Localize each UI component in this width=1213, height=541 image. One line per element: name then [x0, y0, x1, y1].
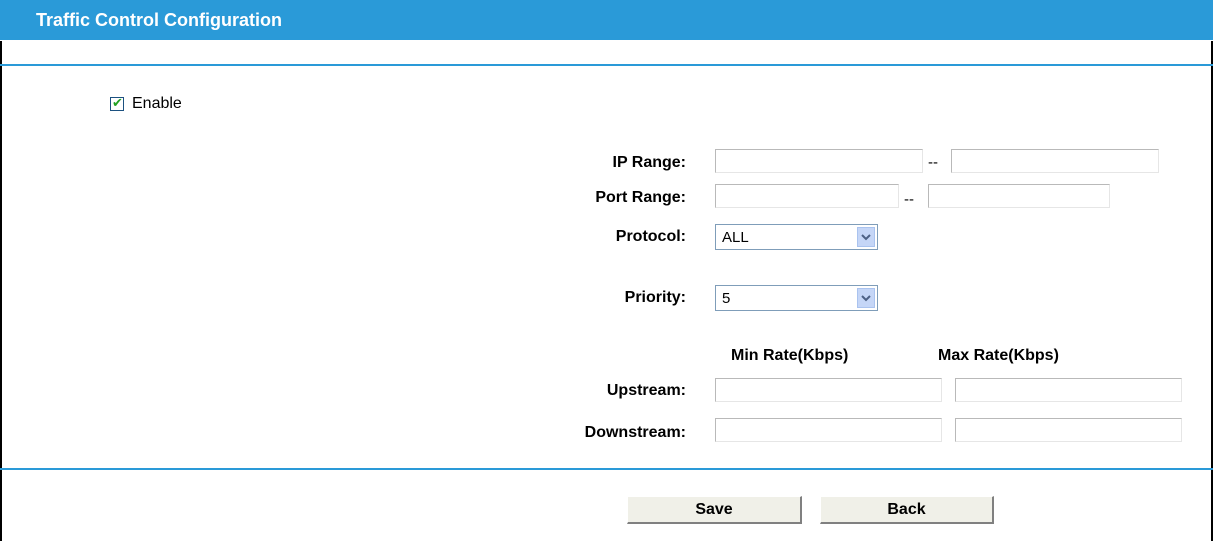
ip-range-end-input[interactable]: [951, 149, 1159, 173]
min-rate-header: Min Rate(Kbps): [731, 347, 849, 364]
protocol-value: ALL: [722, 229, 749, 246]
page-title: Traffic Control Configuration: [36, 10, 282, 30]
max-rate-header: Max Rate(Kbps): [938, 347, 1059, 364]
downstream-label: Downstream:: [584, 424, 686, 441]
ip-range-separator: --: [928, 154, 938, 171]
check-icon: ✔: [112, 95, 123, 110]
port-range-label: Port Range:: [595, 189, 686, 206]
downstream-min-input[interactable]: [715, 418, 942, 442]
port-range-start-input[interactable]: [715, 184, 899, 208]
downstream-max-input[interactable]: [955, 418, 1182, 442]
upstream-label: Upstream:: [606, 382, 686, 399]
enable-label: Enable: [132, 95, 182, 112]
page-frame: [0, 0, 1213, 541]
enable-checkbox[interactable]: ✔: [110, 95, 124, 111]
port-range-end-input[interactable]: [928, 184, 1110, 208]
save-button[interactable]: Save: [627, 496, 802, 524]
protocol-select[interactable]: ALL: [715, 224, 878, 250]
back-button[interactable]: Back: [820, 496, 994, 524]
upstream-max-input[interactable]: [955, 378, 1182, 402]
ip-range-label: IP Range:: [612, 154, 687, 171]
ip-range-start-input[interactable]: [715, 149, 923, 173]
upstream-min-input[interactable]: [715, 378, 942, 402]
title-divider: [0, 40, 1213, 41]
protocol-label: Protocol:: [615, 228, 686, 245]
priority-select[interactable]: 5: [715, 285, 878, 311]
bottom-divider: [0, 468, 1213, 470]
top-divider: [0, 64, 1213, 66]
priority-value: 5: [722, 290, 731, 307]
chevron-down-icon[interactable]: [857, 227, 875, 247]
port-range-separator: --: [904, 191, 914, 208]
enable-row[interactable]: ✔ Enable: [110, 95, 182, 113]
priority-label: Priority:: [624, 289, 686, 306]
chevron-down-icon[interactable]: [857, 288, 875, 308]
title-bar: Traffic Control Configuration: [0, 0, 1213, 40]
